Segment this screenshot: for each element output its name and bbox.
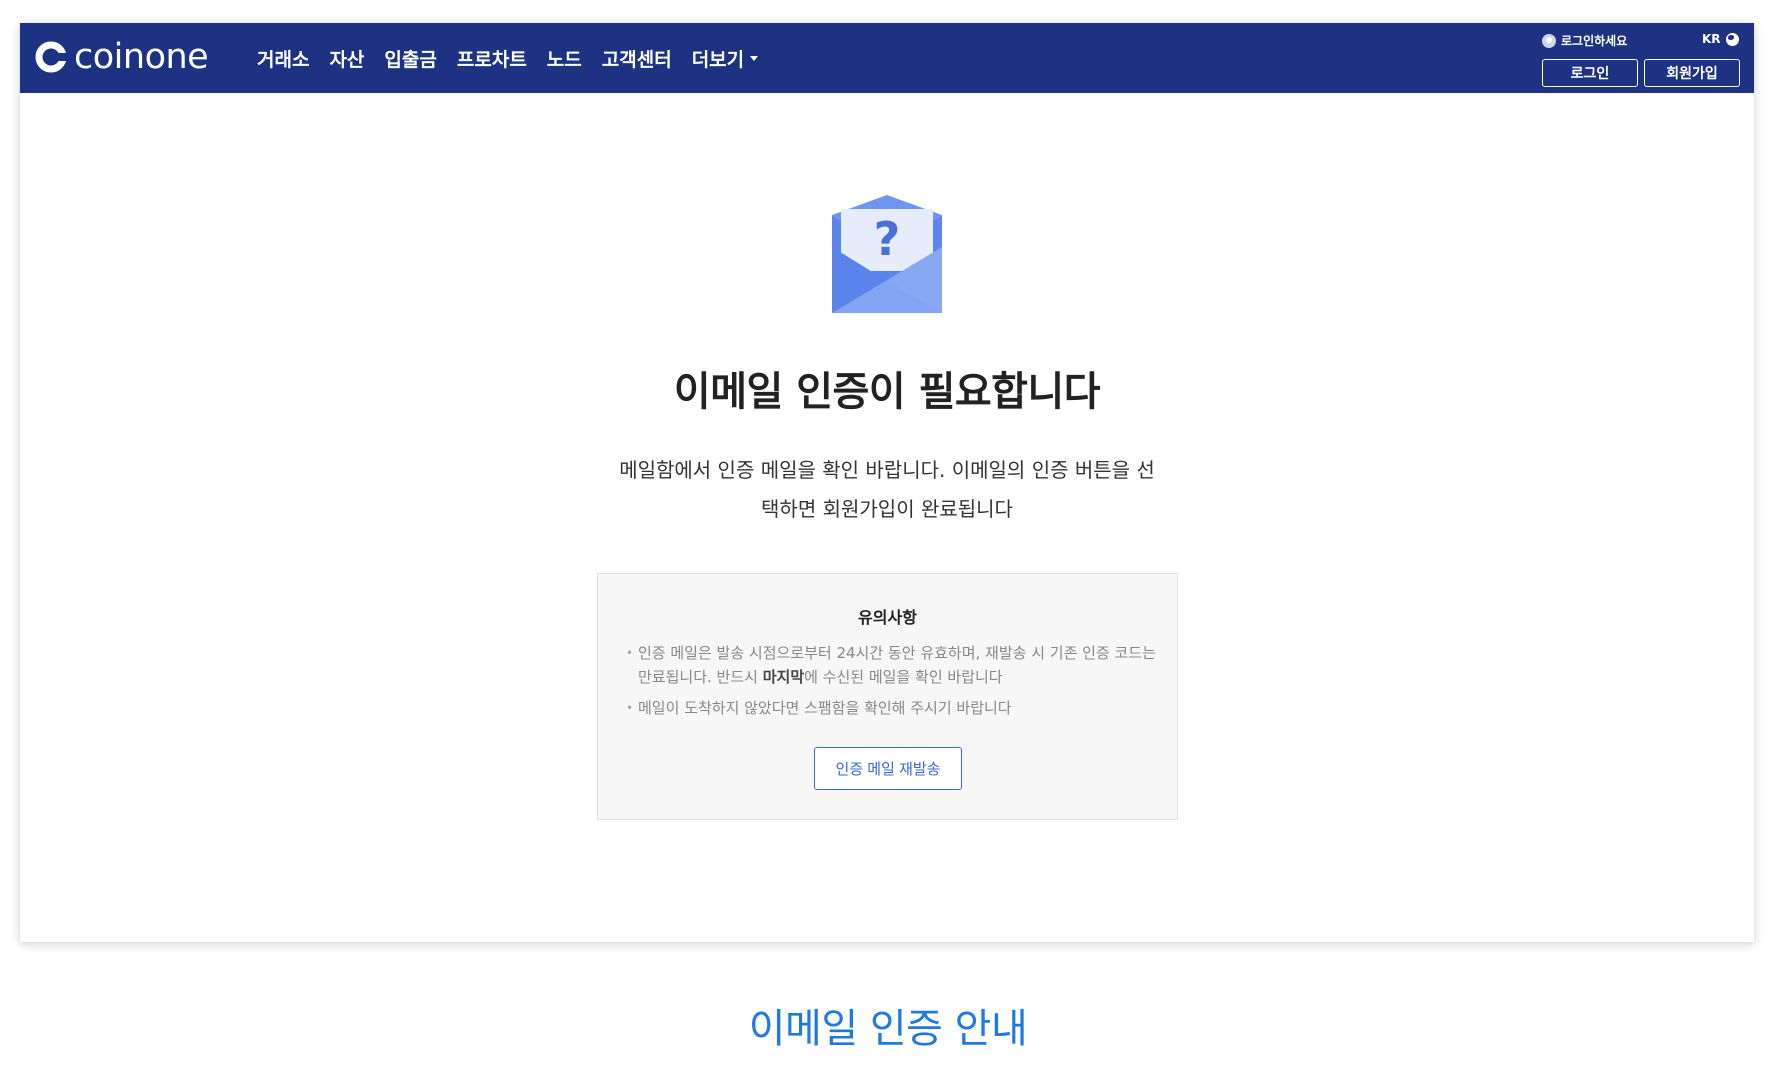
- login-button[interactable]: 로그인: [1542, 59, 1638, 87]
- description-line-2: 택하면 회원가입이 완료됩니다: [761, 497, 1013, 521]
- login-hint-text: 로그인하세요: [1561, 34, 1628, 48]
- caption: 이메일 인증 안내: [748, 1006, 1028, 1052]
- coinone-logo-icon: [35, 41, 68, 73]
- nav-deposit-withdraw[interactable]: 입출금: [384, 45, 436, 72]
- signup-button[interactable]: 회원가입: [1644, 59, 1740, 87]
- envelope-question-icon: ?: [832, 195, 942, 313]
- language-selector[interactable]: KR: [1702, 32, 1739, 46]
- nav-pro-chart[interactable]: 프로차트: [457, 45, 527, 72]
- chevron-down-icon: [750, 55, 759, 61]
- logo-text: coinone: [74, 37, 209, 77]
- description: 메일함에서 인증 메일을 확인 바랍니다. 이메일의 인증 버튼을 선 택하면 …: [587, 451, 1187, 529]
- browser-page: coinone 거래소 자산 입출금 프로차트 노드 고객센터 더보기 로그인하…: [20, 23, 1754, 942]
- notice-item-spam: 메일이 도착하지 않았다면 스팸함을 확인해 주시기 바랍니다: [626, 696, 1156, 720]
- language-label: KR: [1702, 32, 1721, 46]
- page-title: 이메일 인증이 필요합니다: [673, 369, 1101, 415]
- top-navigation-bar: coinone 거래소 자산 입출금 프로차트 노드 고객센터 더보기 로그인하…: [20, 23, 1754, 93]
- coinone-logo[interactable]: coinone: [34, 37, 209, 77]
- nav-exchange[interactable]: 거래소: [257, 45, 309, 72]
- user-icon: [1542, 33, 1556, 48]
- nav-more[interactable]: 더보기: [691, 45, 759, 72]
- notice-item-1-text-end: 에 수신된 메일을 확인 바랍니다: [804, 668, 1003, 686]
- nav-node[interactable]: 노드: [547, 45, 582, 72]
- notice-box: 유의사항 인증 메일은 발송 시점으로부터 24시간 동안 유효하며, 재발송 …: [597, 573, 1178, 820]
- notice-list: 인증 메일은 발송 시점으로부터 24시간 동안 유효하며, 재발송 시 기존 …: [626, 641, 1156, 727]
- login-hint[interactable]: 로그인하세요: [1542, 32, 1627, 49]
- svg-text:?: ?: [874, 212, 901, 266]
- nav-assets[interactable]: 자산: [329, 45, 364, 72]
- notice-item-validity: 인증 메일은 발송 시점으로부터 24시간 동안 유효하며, 재발송 시 기존 …: [626, 641, 1156, 689]
- notice-item-1-emphasis: 마지막: [762, 668, 805, 686]
- resend-verification-email-button[interactable]: 인증 메일 재발송: [814, 747, 962, 790]
- description-line-1: 메일함에서 인증 메일을 확인 바랍니다. 이메일의 인증 버튼을 선: [619, 458, 1155, 482]
- nav-support[interactable]: 고객센터: [602, 45, 672, 72]
- notice-title: 유의사항: [858, 608, 917, 627]
- nav-more-label: 더보기: [691, 48, 745, 71]
- main-nav: 거래소 자산 입출금 프로차트 노드 고객센터 더보기: [257, 23, 759, 93]
- globe-icon: [1725, 32, 1739, 46]
